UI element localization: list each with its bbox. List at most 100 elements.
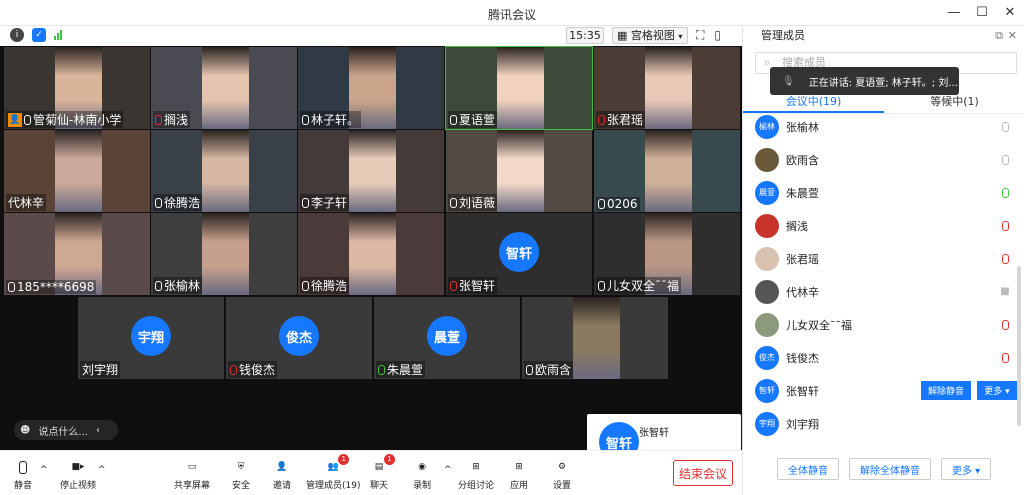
- mic-muted-icon[interactable]: [999, 253, 1011, 265]
- video-tile[interactable]: 刘语薇: [446, 130, 592, 212]
- video-tile[interactable]: 儿女双全¯¯福: [594, 213, 740, 295]
- panel-more-button[interactable]: 更多 ▾: [941, 458, 992, 480]
- mic-muted-icon[interactable]: [999, 319, 1011, 331]
- popout-icon[interactable]: ⧉: [995, 26, 1003, 46]
- shield-icon[interactable]: ✓: [32, 28, 46, 42]
- share-screen-button[interactable]: ▭ 共享屏幕: [174, 459, 210, 491]
- more-button[interactable]: 更多 ▾: [977, 381, 1017, 400]
- member-avatar: [755, 279, 779, 304]
- chat-button[interactable]: ▤ 1 聊天: [370, 454, 395, 491]
- security-button[interactable]: ⛨ 安全: [232, 459, 250, 491]
- participant-avatar: 智轩: [499, 232, 539, 272]
- emoji-icon[interactable]: ☻: [20, 425, 30, 436]
- grid-view-icon: ▦: [617, 29, 628, 42]
- video-tile[interactable]: 代林辛: [4, 130, 150, 212]
- participant-name: 张君瑶: [607, 113, 644, 127]
- member-row[interactable]: 宇翔 刘宇翔: [755, 407, 1017, 440]
- info-icon[interactable]: i: [10, 28, 24, 42]
- security-label: 安全: [232, 481, 251, 491]
- close-icon[interactable]: ✕: [1008, 26, 1017, 46]
- participant-name: 钱俊杰: [239, 363, 276, 377]
- member-avatar: [755, 147, 779, 172]
- fullscreen-icon[interactable]: ⛶: [696, 28, 704, 43]
- member-row[interactable]: 张君瑶: [755, 242, 1017, 275]
- breakout-button[interactable]: ⊞ 分组讨论: [458, 459, 494, 491]
- video-tile[interactable]: 185****6698: [4, 213, 150, 295]
- mic-muted-icon: [450, 280, 457, 291]
- mic-muted-icon[interactable]: [999, 220, 1011, 232]
- member-row[interactable]: 代林辛 ■: [755, 275, 1017, 308]
- video-tile[interactable]: 徐腾浩: [151, 130, 297, 212]
- member-avatar: [755, 312, 779, 337]
- stop-video-button[interactable]: ■▸ 停止视频: [60, 459, 96, 491]
- microphone-icon[interactable]: [999, 154, 1011, 166]
- participant-video: [497, 130, 544, 212]
- member-row[interactable]: 智轩 张智轩 解除静音 更多 ▾: [755, 374, 1017, 407]
- member-panel: 管理成员 ⧉ ✕ ⌕ 搜索成员 会议中(19) 等候中(1) 榆林 张榆林 欧雨含晨…: [742, 26, 1024, 495]
- video-tile[interactable]: 👤 管菊仙-林南小学: [4, 47, 150, 129]
- apps-icon: ⊞: [515, 462, 523, 472]
- close-icon[interactable]: ✕: [1002, 4, 1018, 20]
- video-tile[interactable]: 搁浅: [151, 47, 297, 129]
- view-mode-dropdown[interactable]: ▦ 宫格视图 ▾: [612, 27, 688, 44]
- mute-all-button[interactable]: 全体静音: [777, 458, 839, 480]
- video-tile[interactable]: 夏语萱: [445, 46, 593, 130]
- record-button[interactable]: ◉ 录制: [413, 459, 431, 491]
- member-name: 张榆林: [786, 120, 819, 134]
- member-row[interactable]: 晨萱 朱晨萱: [755, 176, 1017, 209]
- settings-button[interactable]: ⚙ 设置: [553, 459, 571, 491]
- member-row[interactable]: 欧雨含: [755, 143, 1017, 176]
- chevron-left-icon[interactable]: ‹: [96, 425, 100, 436]
- video-tile[interactable]: 俊杰 钱俊杰: [226, 297, 372, 379]
- invite-button[interactable]: 👤 邀请: [273, 459, 291, 491]
- mic-muted-icon[interactable]: [999, 352, 1011, 364]
- mute-button[interactable]: 静音: [14, 459, 32, 491]
- member-row[interactable]: 搁浅: [755, 209, 1017, 242]
- member-name: 代林辛: [786, 285, 819, 299]
- gear-icon: ⚙: [557, 462, 567, 472]
- participant-video: [349, 130, 396, 212]
- participant-name: 管菊仙-林南小学: [33, 113, 122, 127]
- member-list-scrollbar[interactable]: [1017, 266, 1021, 426]
- microphone-icon: [155, 280, 162, 291]
- participant-name-label: 搁浅: [153, 111, 191, 128]
- chevron-up-icon[interactable]: ^: [98, 465, 106, 475]
- video-tile[interactable]: 张君瑶: [594, 47, 740, 129]
- minimize-icon[interactable]: —: [946, 4, 962, 20]
- chevron-up-icon[interactable]: ^: [444, 465, 452, 475]
- view-mode-label: 宫格视图: [630, 29, 675, 42]
- chat-placeholder: 说点什么...: [38, 426, 88, 438]
- microphone-icon[interactable]: [999, 187, 1011, 199]
- unmute-all-button[interactable]: 解除全体静音: [849, 458, 931, 480]
- microphone-icon[interactable]: [999, 121, 1011, 133]
- chat-input-bubble[interactable]: ☻ 说点什么... ‹: [14, 420, 118, 440]
- video-tile[interactable]: 宇翔 刘宇翔: [78, 297, 224, 379]
- signal-icon[interactable]: [54, 28, 62, 40]
- member-avatar: [755, 213, 779, 238]
- video-tile[interactable]: 晨萱 朱晨萱: [374, 297, 520, 379]
- video-grid: 👤 管菊仙-林南小学 搁浅 林子轩。 夏语萱 张君瑶 代林辛 徐腾浩 李子轩 刘语薇 0206 185…: [0, 46, 742, 470]
- camera-icon[interactable]: ■: [999, 286, 1011, 298]
- video-tile[interactable]: 林子轩。: [298, 47, 444, 129]
- sidebar-toggle-icon[interactable]: ▯: [714, 28, 721, 43]
- mic-muted-icon: [598, 114, 605, 125]
- manage-members-button[interactable]: 👥 1 管理成员(19): [306, 454, 360, 491]
- video-tile[interactable]: 张榆林: [151, 213, 297, 295]
- microphone-icon: [450, 197, 457, 208]
- video-tile[interactable]: 徐腾浩: [298, 213, 444, 295]
- apps-button[interactable]: ⊞ 应用: [510, 459, 528, 491]
- video-tile[interactable]: 智轩 张智轩: [446, 213, 592, 295]
- member-row[interactable]: 俊杰 钱俊杰: [755, 341, 1017, 374]
- participant-name-label: 刘宇翔: [80, 361, 121, 378]
- video-tile[interactable]: 0206: [594, 130, 740, 212]
- microphone-icon: [302, 280, 309, 291]
- video-tile[interactable]: 欧雨含: [522, 297, 668, 379]
- end-meeting-button[interactable]: 结束会议: [673, 460, 733, 486]
- member-row[interactable]: 榆林 张榆林: [755, 110, 1017, 143]
- chevron-up-icon[interactable]: ^: [40, 465, 48, 475]
- member-row[interactable]: 儿女双全¯¯福: [755, 308, 1017, 341]
- maximize-icon[interactable]: ☐: [974, 4, 990, 20]
- video-tile[interactable]: 李子轩: [298, 130, 444, 212]
- breakout-label: 分组讨论: [458, 481, 495, 491]
- unmute-button[interactable]: 解除静音: [921, 381, 971, 400]
